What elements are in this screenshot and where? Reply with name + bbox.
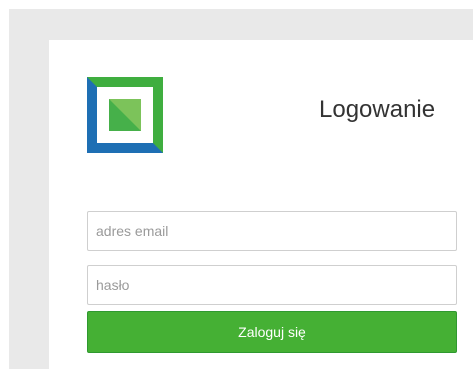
password-field[interactable] [87, 265, 457, 305]
login-button[interactable]: Zaloguj się [87, 311, 457, 353]
logo-graphic [87, 77, 163, 153]
page-title: Logowanie [319, 96, 436, 123]
square-logo-icon [87, 77, 163, 153]
email-field[interactable] [87, 211, 457, 251]
login-card: Logowanie Zaloguj się [49, 40, 473, 369]
